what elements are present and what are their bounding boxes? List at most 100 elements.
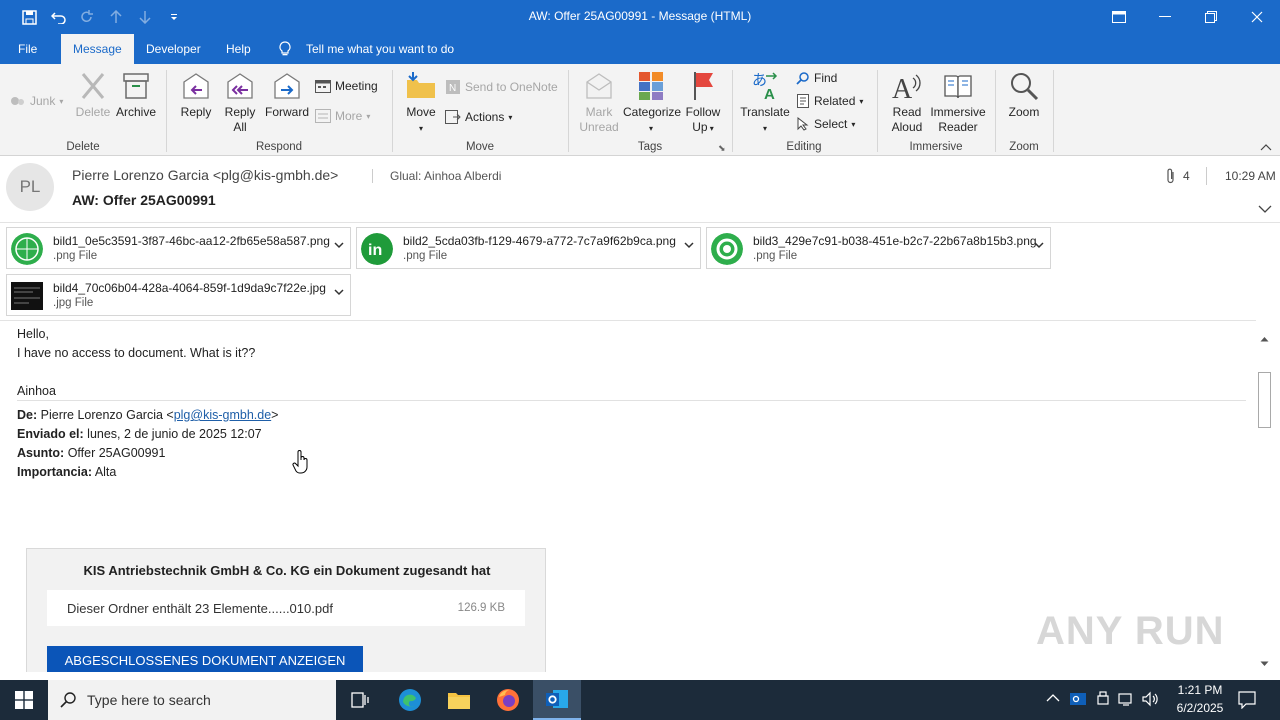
kis-logo-icon	[11, 233, 43, 265]
reply-all-button[interactable]: Reply All	[220, 70, 260, 135]
message-header: PL Pierre Lorenzo Garcia <plg@kis-gmbh.d…	[0, 157, 1280, 223]
attachment-type: .jpg File	[53, 297, 94, 309]
view-document-button[interactable]: ABGESCHLOSSENES DOKUMENT ANZEIGEN	[47, 646, 363, 672]
chevron-down-icon[interactable]	[684, 240, 694, 252]
scroll-thumb[interactable]	[1258, 372, 1271, 428]
volume-icon[interactable]	[1142, 691, 1160, 710]
task-view-icon[interactable]	[336, 680, 384, 720]
group-label-editing: Editing	[786, 141, 822, 153]
attachment-2[interactable]: in bild2_5cda03fb-f129-4679-a772-7c7a9f6…	[356, 227, 701, 269]
meeting-button[interactable]: Meeting	[315, 79, 378, 93]
mark-unread-button[interactable]: Mark Unread	[576, 70, 622, 135]
scroll-up-arrow[interactable]	[1256, 330, 1273, 347]
delete-button[interactable]: Delete	[74, 70, 112, 120]
actions-button[interactable]: Actions ▾	[445, 110, 512, 124]
file-explorer-icon[interactable]	[435, 680, 483, 720]
send-to-onenote-button[interactable]: N Send to OneNote	[445, 79, 558, 95]
categorize-label: Categorize	[623, 105, 682, 119]
tell-me-search[interactable]: Tell me what you want to do	[306, 42, 454, 56]
forward-label: Forward	[264, 105, 309, 119]
immersive-reader-button[interactable]: Immersive Reader	[928, 70, 988, 135]
move-button[interactable]: Move ▾	[402, 70, 440, 136]
collapse-ribbon-icon[interactable]	[1260, 140, 1272, 154]
mark-unread-icon	[586, 73, 612, 99]
de-close: >	[271, 408, 279, 422]
categorize-button[interactable]: Categorize ▾	[623, 70, 682, 136]
read-aloud-button[interactable]: A Read Aloud	[886, 70, 928, 135]
outlook-tray-icon[interactable]	[1070, 691, 1086, 710]
forward-button[interactable]: Forward	[263, 70, 311, 120]
document-share-card: KIS Antriebstechnik GmbH & Co. KG ein Do…	[26, 548, 546, 672]
close-icon[interactable]	[1234, 0, 1280, 34]
clock-date[interactable]: 6/2/2025	[1166, 701, 1234, 715]
recipient[interactable]: Glual: Ainhoa Alberdi	[390, 169, 501, 183]
sender-email-link[interactable]: plg@kis-gmbh.de	[174, 408, 271, 422]
follow-up-button[interactable]: Follow Up ▾	[682, 70, 724, 136]
attachment-1[interactable]: bild1_0e5c3591-3f87-46bc-aa12-2fb65e58a5…	[6, 227, 351, 269]
lightbulb-icon	[278, 41, 292, 60]
attachment-4[interactable]: bild4_70c06b04-428a-4064-859f-1d9da9c7f2…	[6, 274, 351, 316]
minimize-icon[interactable]	[1142, 0, 1188, 34]
more-icon	[315, 109, 331, 123]
title-bar: AW: Offer 25AG00991 - Message (HTML)	[0, 0, 1280, 34]
avatar[interactable]: PL	[6, 163, 54, 211]
restore-icon[interactable]	[1188, 0, 1234, 34]
zoom-button[interactable]: Zoom	[1002, 70, 1046, 120]
follow-up-label-2: Up	[692, 120, 708, 134]
archive-button[interactable]: Archive	[114, 70, 158, 120]
chevron-down-icon[interactable]	[334, 240, 344, 252]
find-icon	[796, 72, 809, 85]
image-thumbnail-icon	[11, 282, 43, 310]
related-button[interactable]: Related ▾	[796, 94, 863, 108]
attachment-type: .png File	[753, 250, 798, 262]
onenote-icon: N	[446, 80, 460, 94]
actions-label: Actions	[465, 110, 505, 124]
body-text: I have no access to document. What is it…	[17, 346, 256, 360]
sender[interactable]: Pierre Lorenzo Garcia <plg@kis-gmbh.de>	[72, 167, 338, 183]
select-button[interactable]: Select ▾	[796, 117, 855, 131]
firefox-icon[interactable]	[484, 680, 532, 720]
vertical-scrollbar[interactable]	[1256, 330, 1273, 672]
ribbon-display-options-icon[interactable]	[1096, 0, 1142, 34]
ring-logo-icon	[711, 233, 743, 265]
search-icon	[60, 692, 76, 708]
chevron-down-icon[interactable]	[334, 287, 344, 299]
notification-center-icon[interactable]	[1238, 691, 1256, 712]
asunto-label: Asunto:	[17, 446, 65, 460]
clock-time[interactable]: 1:21 PM	[1166, 683, 1234, 697]
network-icon[interactable]	[1118, 691, 1136, 710]
show-hidden-icons-chevron-up-icon[interactable]	[1046, 692, 1060, 706]
scroll-down-arrow[interactable]	[1256, 655, 1273, 672]
group-separator	[166, 70, 167, 152]
reply-button[interactable]: Reply	[176, 70, 216, 120]
usb-device-icon[interactable]	[1096, 691, 1110, 710]
attachment-name: bild1_0e5c3591-3f87-46bc-aa12-2fb65e58a5…	[53, 234, 330, 248]
expand-header-icon[interactable]	[1258, 202, 1272, 216]
reply-label: Reply	[180, 105, 212, 119]
chevron-down-icon[interactable]	[1034, 240, 1044, 252]
svg-text:in: in	[368, 242, 382, 259]
attachment-3[interactable]: bild3_429e7c91-b038-451e-b2c7-22b67a8b15…	[706, 227, 1051, 269]
translate-button[interactable]: あA Translate ▾	[738, 70, 792, 136]
edge-browser-icon[interactable]	[386, 680, 434, 720]
reply-all-label-1: Reply	[224, 105, 256, 119]
tab-help[interactable]: Help	[214, 34, 263, 64]
move-folder-icon	[407, 72, 435, 98]
message-body[interactable]: Hello, I have no access to document. Wha…	[0, 320, 1256, 672]
junk-button[interactable]: Junk ▾	[10, 94, 63, 108]
card-file-row[interactable]: Dieser Ordner enthält 23 Elemente......0…	[47, 590, 525, 626]
send-to-onenote-label: Send to OneNote	[465, 80, 558, 94]
taskbar-search-box[interactable]: Type here to search	[48, 680, 336, 720]
outlook-icon[interactable]	[533, 680, 581, 720]
find-button[interactable]: Find	[796, 71, 837, 85]
tab-message[interactable]: Message	[61, 34, 134, 64]
more-respond-button[interactable]: More ▾	[315, 109, 370, 123]
related-label: Related	[814, 94, 856, 108]
group-separator	[877, 70, 878, 152]
tab-developer[interactable]: Developer	[134, 34, 213, 64]
windows-start-icon[interactable]	[0, 680, 48, 720]
find-label: Find	[814, 71, 838, 85]
enviado-label: Enviado el:	[17, 427, 84, 441]
quoted-sent: Enviado el: lunes, 2 de junio de 2025 12…	[17, 427, 262, 441]
tab-file[interactable]: File	[6, 34, 49, 64]
